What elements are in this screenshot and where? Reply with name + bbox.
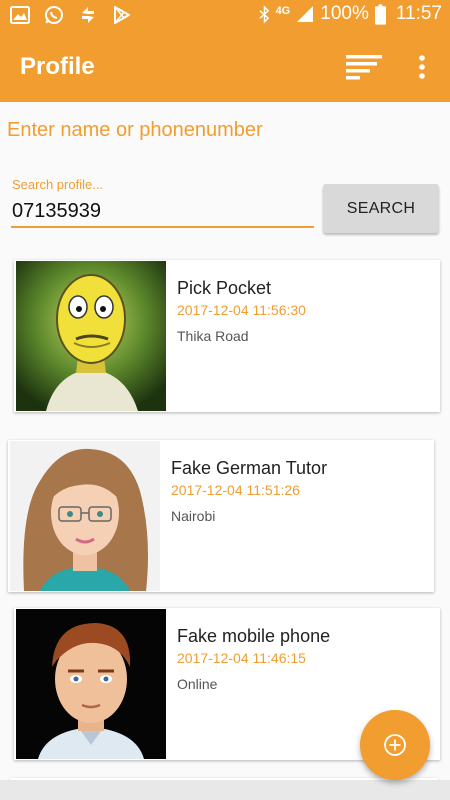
sort-button[interactable] bbox=[346, 54, 382, 80]
avatar bbox=[16, 609, 166, 759]
network-type: 4G bbox=[275, 4, 291, 17]
profile-card[interactable]: Fake German Tutor 2017-12-04 11:51:26 Na… bbox=[8, 440, 434, 592]
more-options-button[interactable] bbox=[410, 52, 434, 82]
navigation-bar-strip bbox=[0, 780, 450, 800]
avatar bbox=[16, 261, 166, 411]
battery-level: 100% bbox=[320, 3, 369, 24]
bluetooth-icon bbox=[258, 4, 270, 24]
profile-timestamp: 2017-12-04 11:46:15 bbox=[177, 650, 306, 666]
add-circle-icon bbox=[384, 734, 406, 756]
app-bar: Profile bbox=[0, 32, 450, 102]
whatsapp-icon bbox=[44, 4, 64, 31]
add-profile-button[interactable] bbox=[360, 710, 430, 780]
status-bar: 4G 100% 11:57 bbox=[0, 0, 450, 32]
sync-icon bbox=[78, 4, 98, 31]
avatar bbox=[10, 441, 160, 591]
page-title: Profile bbox=[20, 53, 95, 80]
profile-location: Thika Road bbox=[177, 328, 249, 344]
profile-location: Nairobi bbox=[171, 508, 216, 524]
content-area: Enter name or phonenumber Search profile… bbox=[0, 102, 450, 788]
clock: 11:57 bbox=[395, 3, 442, 24]
profile-location: Online bbox=[177, 676, 218, 692]
more-vert-icon bbox=[419, 55, 425, 79]
search-input[interactable] bbox=[11, 196, 314, 228]
profile-name: Fake German Tutor bbox=[171, 458, 328, 478]
search-prompt: Enter name or phonenumber bbox=[7, 119, 263, 141]
battery-icon bbox=[374, 3, 386, 25]
play-store-icon bbox=[112, 4, 132, 31]
profile-name: Fake mobile phone bbox=[177, 626, 331, 646]
profile-timestamp: 2017-12-04 11:56:30 bbox=[177, 302, 306, 318]
profile-timestamp: 2017-12-04 11:51:26 bbox=[171, 482, 300, 498]
profile-name: Pick Pocket bbox=[177, 278, 272, 298]
search-button[interactable]: SEARCH bbox=[323, 184, 439, 233]
search-field-label: Search profile... bbox=[12, 177, 104, 192]
sort-icon bbox=[346, 55, 382, 80]
profile-card[interactable]: Pick Pocket 2017-12-04 11:56:30 Thika Ro… bbox=[14, 260, 440, 412]
signal-icon bbox=[296, 5, 314, 23]
image-icon bbox=[10, 4, 30, 31]
